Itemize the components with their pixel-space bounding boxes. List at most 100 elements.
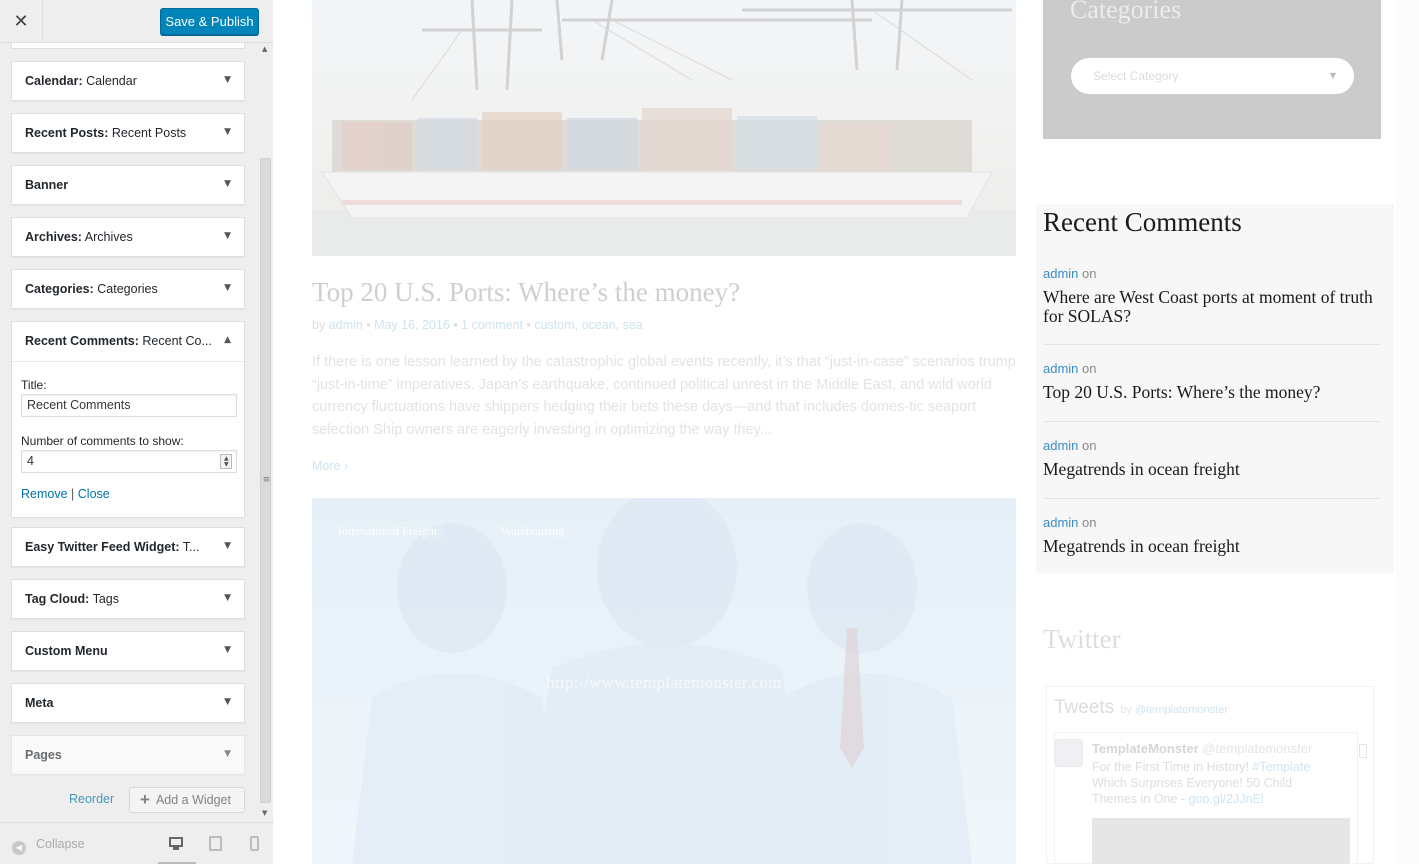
comment-post-link[interactable]: Megatrends in ocean freight: [1043, 537, 1381, 556]
widget-banner[interactable]: Banner ▼: [11, 165, 245, 205]
expand-arrow-icon[interactable]: ▼: [224, 283, 231, 293]
close-icon: ✕: [13, 11, 29, 32]
post-featured-image-2[interactable]: International Freight Warehousing http:/…: [312, 498, 1016, 864]
read-more-link[interactable]: More ›: [312, 459, 348, 473]
close-customizer-button[interactable]: ✕: [0, 0, 43, 43]
twitter-handle-link[interactable]: @templatemonster: [1135, 704, 1228, 716]
list-item: admin on Where are West Coast ports at m…: [1043, 266, 1381, 326]
widget-tag-cloud[interactable]: Tag Cloud: Tags ▼: [11, 579, 245, 619]
post-title[interactable]: Top 20 U.S. Ports: Where’s the money?: [312, 277, 740, 308]
scroll-grip-icon: ≡: [262, 475, 271, 485]
widget-title: Recent Posts: [111, 126, 187, 140]
categories-title: Categories: [1070, 0, 1182, 24]
comment-author-link[interactable]: admin: [1043, 266, 1078, 281]
tweet: TemplateMonster @templatemonster For the…: [1054, 732, 1358, 864]
expand-arrow-icon[interactable]: ▼: [224, 749, 231, 759]
meta-author-link[interactable]: admin: [329, 318, 363, 332]
widget-title: Tags: [92, 592, 119, 606]
widget-calendar[interactable]: Calendar: Calendar ▼: [11, 61, 245, 101]
add-widget-button[interactable]: + Add a Widget: [129, 787, 245, 813]
link-separator: |: [71, 487, 75, 501]
reorder-link[interactable]: Reorder: [69, 792, 114, 806]
remove-widget-link[interactable]: Remove: [21, 487, 68, 501]
widget-title: Archives: [84, 230, 133, 244]
comment-post-link[interactable]: Top 20 U.S. Ports: Where’s the money?: [1043, 383, 1381, 402]
collapse-button[interactable]: ◀ Collapse: [12, 837, 85, 855]
widget-type: Meta: [25, 696, 54, 710]
collapse-arrow-icon[interactable]: ▲: [224, 335, 231, 345]
widget-type: Tag Cloud:: [25, 592, 90, 606]
meta-tags-links[interactable]: custom, ocean, sea: [534, 318, 642, 332]
scroll-up-arrow-icon[interactable]: ▲: [262, 45, 267, 53]
expand-arrow-icon[interactable]: ▼: [224, 645, 231, 655]
widget-recent-posts[interactable]: Recent Posts: Recent Posts ▼: [11, 113, 245, 153]
category-select[interactable]: Select Category ▼: [1071, 58, 1354, 94]
expand-arrow-icon[interactable]: ▼: [224, 127, 231, 137]
tweet-image[interactable]: [1092, 818, 1350, 864]
comment-author-link[interactable]: admin: [1043, 361, 1078, 376]
title-input[interactable]: Recent Comments: [21, 394, 237, 417]
widget-title: Calendar: [86, 74, 137, 88]
timeline-scrollbar[interactable]: [1359, 744, 1367, 758]
tweet-author-handle[interactable]: @templatemonster: [1202, 741, 1312, 756]
post-featured-image[interactable]: [312, 0, 1016, 256]
widget-title: T...: [182, 540, 200, 554]
widget-pages[interactable]: Pages ▼: [11, 735, 245, 775]
widget-custom-menu[interactable]: Custom Menu ▼: [11, 631, 245, 671]
meta-comments-link[interactable]: 1 comment: [461, 318, 523, 332]
avatar[interactable]: [1055, 739, 1083, 767]
save-publish-button[interactable]: Save & Publish: [160, 8, 259, 35]
post-tag[interactable]: Warehousing: [495, 522, 571, 540]
comment-post-link[interactable]: Where are West Coast ports at moment of …: [1043, 288, 1381, 326]
expand-arrow-icon[interactable]: ▼: [224, 179, 231, 189]
sidebar-scrollbar[interactable]: ▲ ≡ ▼: [258, 43, 273, 821]
comment-author-link[interactable]: admin: [1043, 438, 1078, 453]
chevron-right-icon: ›: [343, 459, 349, 473]
widget-type: Easy Twitter Feed Widget:: [25, 540, 180, 554]
tweet-text: For the First Time in History! #Template…: [1092, 760, 1311, 806]
desktop-preview-icon[interactable]: [168, 835, 184, 851]
number-of-comments-input[interactable]: 4 ▲ ▼: [21, 450, 237, 473]
widget-title: Categories: [97, 282, 158, 296]
divider: [1043, 344, 1381, 345]
scroll-down-arrow-icon[interactable]: ▼: [262, 809, 267, 817]
page-edge: [1396, 0, 1419, 864]
widget-type: Banner: [25, 178, 69, 192]
title-field-label: Title:: [21, 378, 47, 392]
widget-header[interactable]: Recent Comments: Recent Co... ▲: [12, 322, 244, 362]
expand-arrow-icon[interactable]: ▼: [224, 593, 231, 603]
tweet-author-name[interactable]: TemplateMonster: [1092, 741, 1199, 756]
comment-post-link[interactable]: Megatrends in ocean freight: [1043, 460, 1381, 479]
widget-type: Categories:: [25, 282, 94, 296]
mobile-preview-icon[interactable]: [247, 835, 263, 851]
widget-categories[interactable]: Categories: Categories ▼: [11, 269, 245, 309]
tweet-link[interactable]: goo.gl/2JJnEl: [1189, 792, 1264, 806]
add-widget-label: Add a Widget: [155, 793, 231, 807]
stepper-down-icon[interactable]: ▼: [224, 462, 229, 468]
hashtag-link[interactable]: #Template: [1252, 760, 1310, 774]
widget-archives[interactable]: Archives: Archives ▼: [11, 217, 245, 257]
expand-arrow-icon[interactable]: ▼: [224, 231, 231, 241]
widget-easy-twitter-feed[interactable]: Easy Twitter Feed Widget: T... ▼: [11, 527, 245, 567]
widget-meta[interactable]: Meta ▼: [11, 683, 245, 723]
twitter-timeline: Tweets by @templatemonster TemplateMonste…: [1046, 686, 1374, 864]
meta-date-link[interactable]: May 16, 2016: [374, 318, 450, 332]
widget-recent-comments-expanded: Recent Comments: Recent Co... ▲ Title: R…: [11, 321, 245, 518]
expand-arrow-icon[interactable]: ▼: [224, 75, 231, 85]
scrollbar-thumb[interactable]: ≡: [260, 158, 271, 803]
number-field-label: Number of comments to show:: [21, 434, 184, 448]
customizer-header: ✕ Save & Publish: [0, 0, 273, 43]
expand-arrow-icon[interactable]: ▼: [224, 541, 231, 551]
widget-type: Archives:: [25, 230, 82, 244]
post-excerpt: If there is one lesson learned by the ca…: [312, 354, 1016, 438]
widget-partial: [11, 43, 245, 49]
recent-comments-title: Recent Comments: [1043, 207, 1242, 237]
close-widget-link[interactable]: Close: [78, 487, 110, 501]
tablet-preview-icon[interactable]: [208, 835, 224, 851]
recent-comments-widget: Recent Comments admin on Where are West …: [1036, 204, 1394, 573]
post-tag[interactable]: International Freight: [332, 522, 443, 540]
chevron-down-icon: ▼: [1329, 71, 1336, 80]
comment-author-link[interactable]: admin: [1043, 515, 1078, 530]
expand-arrow-icon[interactable]: ▼: [224, 697, 231, 707]
number-stepper[interactable]: ▲ ▼: [220, 454, 232, 469]
